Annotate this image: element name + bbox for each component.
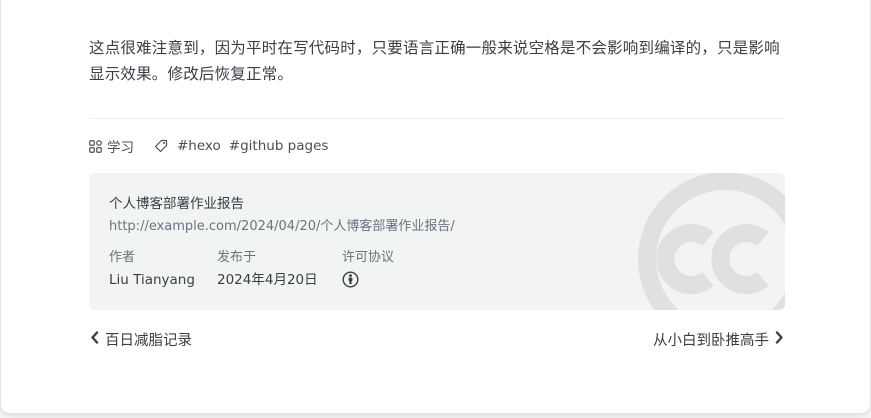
tag-github-pages[interactable]: #github pages bbox=[229, 138, 329, 154]
chevron-left-icon bbox=[90, 331, 99, 348]
license-post-title: 个人博客部署作业报告 bbox=[109, 196, 244, 212]
date-label: 发布于 bbox=[217, 250, 257, 265]
category-link[interactable]: 学习 bbox=[89, 136, 154, 156]
license-type: 许可协议 bbox=[342, 250, 394, 288]
divider bbox=[89, 118, 785, 119]
prev-post-link[interactable]: 百日减脂记录 bbox=[90, 329, 192, 350]
next-post-link[interactable]: 从小白到卧推高手 bbox=[653, 329, 784, 350]
tag-hexo[interactable]: #hexo bbox=[177, 138, 221, 154]
license-box: 个人博客部署作业报告 http://example.com/2024/04/20… bbox=[89, 173, 785, 310]
license-label: 许可协议 bbox=[342, 250, 395, 265]
post-card: 这点很难注意到，因为平时在写代码时，只要语言正确一般来说空格是不会影响到编译的，… bbox=[0, 0, 871, 414]
license-date: 发布于 2024年4月20日 bbox=[217, 250, 318, 289]
license-author: 作者 Liu Tianyang bbox=[109, 250, 195, 289]
prev-post-title: 百日减脂记录 bbox=[105, 333, 192, 349]
post-meta: 学习 #hexo #github pages bbox=[89, 136, 328, 156]
date-value: 2024年4月20日 bbox=[217, 272, 318, 288]
author-value: Liu Tianyang bbox=[109, 272, 195, 288]
next-post-title: 从小白到卧推高手 bbox=[653, 333, 769, 349]
author-label: 作者 bbox=[109, 250, 136, 265]
category-icon bbox=[89, 139, 102, 153]
article-paragraph: 这点很难注意到，因为平时在写代码时，只要语言正确一般来说空格是不会影响到编译的，… bbox=[89, 39, 780, 83]
tag-icon bbox=[154, 139, 168, 153]
creative-commons-icon bbox=[638, 173, 785, 310]
cc-by-icon[interactable] bbox=[342, 271, 394, 288]
category-label: 学习 bbox=[107, 140, 134, 156]
license-post-link[interactable]: http://example.com/2024/04/20/个人博客部署作业报告… bbox=[109, 215, 455, 234]
chevron-right-icon bbox=[775, 331, 784, 348]
